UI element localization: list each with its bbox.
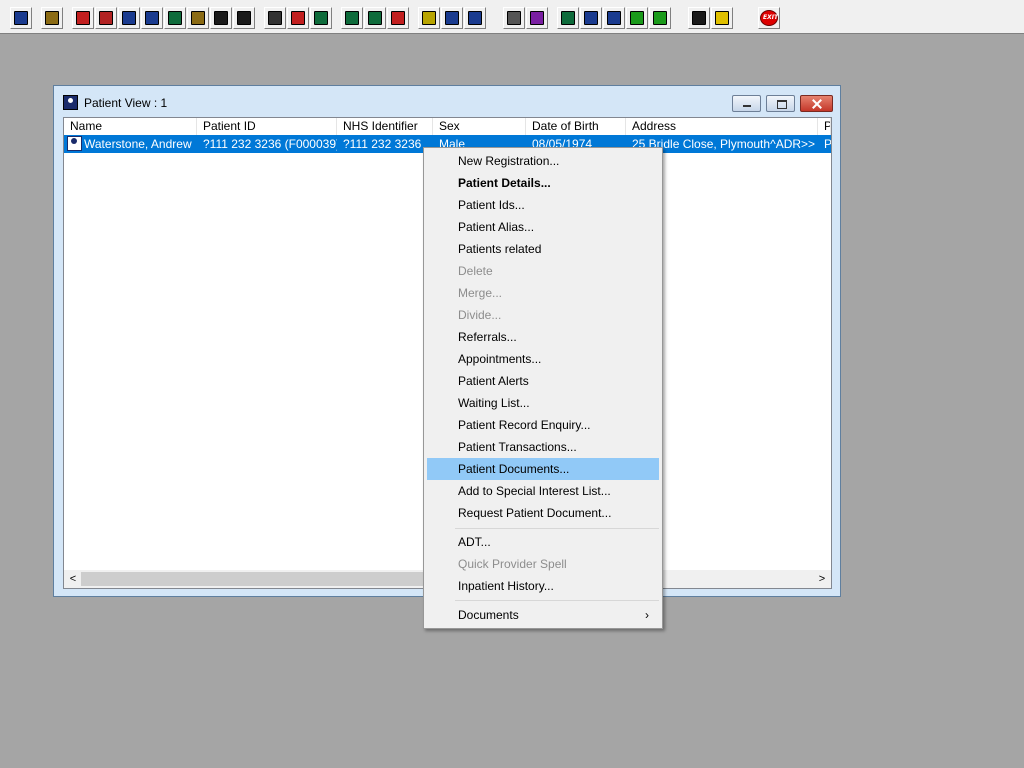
scan-icon[interactable] [210,7,232,29]
green-check-icon[interactable] [626,7,648,29]
submenu-arrow-icon: › [645,608,649,622]
menu-item-divide: Divide... [458,308,502,322]
cancel-document-icon[interactable] [264,7,286,29]
menu-item-patient-alias[interactable]: Patient Alias... [427,216,659,238]
menu-item-patient-transactions[interactable]: Patient Transactions... [427,436,659,458]
minimize-button[interactable] [732,95,761,112]
menu-item-quick-provider-spell: Quick Provider Spell [458,557,567,571]
form-edit-icon[interactable] [187,7,209,29]
mail-icon[interactable] [141,7,163,29]
window-titlebar[interactable]: Patient View : 1 [54,86,840,116]
menu-item-merge: Merge... [458,286,503,300]
report-icon[interactable] [364,7,386,29]
column-header-nhs-identifier[interactable]: NHS Identifier [337,118,433,135]
window-title: Patient View : 1 [84,96,168,110]
clock-icon[interactable] [287,7,309,29]
cell-extra: P [818,135,831,153]
column-header-patient-id[interactable]: Patient ID [197,118,337,135]
edit-document-icon[interactable] [95,7,117,29]
scroll-left-icon[interactable]: < [64,570,82,588]
menu-item-patients-related[interactable]: Patients related [427,238,659,260]
ambulance-icon[interactable] [441,7,463,29]
patient-icon[interactable] [10,7,32,29]
letter-icon[interactable] [418,7,440,29]
menu-item-patient-alerts[interactable]: Patient Alerts [427,370,659,392]
inbox-icon[interactable] [580,7,602,29]
menu-item-new-registration[interactable]: New Registration... [427,150,659,172]
bar-chart-icon[interactable] [526,7,548,29]
menu-item-patient-ids[interactable]: Patient Ids... [427,194,659,216]
menu-item-adt[interactable]: ADT... [427,531,659,553]
transfer-icon[interactable] [233,7,255,29]
cell-nhs-identifier: ?111 232 3236 [343,137,422,151]
list-window-icon[interactable] [310,7,332,29]
menu-item-documents[interactable]: Documents › [427,604,659,626]
scroll-thumb[interactable] [81,572,431,586]
menu-item-patient-details[interactable]: Patient Details... [427,172,659,194]
swap-icon[interactable] [688,7,710,29]
menu-item-waiting-list[interactable]: Waiting List... [427,392,659,414]
list-header: Name Patient ID NHS Identifier Sex Date … [64,118,831,136]
book-icon[interactable] [72,7,94,29]
sync-icon[interactable] [649,7,671,29]
column-header-sex[interactable]: Sex [433,118,526,135]
close-button[interactable] [800,95,833,112]
menu-item-delete: Delete [458,264,493,278]
main-toolbar [0,0,1024,34]
context-menu: New Registration... Patient Details... P… [423,147,663,629]
menu-item-patient-record-enquiry[interactable]: Patient Record Enquiry... [427,414,659,436]
column-header-address[interactable]: Address [626,118,818,135]
menu-item-appointments[interactable]: Appointments... [427,348,659,370]
menu-separator [455,528,659,529]
patient-window-icon [63,95,78,110]
exit-icon[interactable] [758,7,780,29]
menu-item-patient-documents[interactable]: Patient Documents... [427,458,659,480]
column-header-extra[interactable]: P [818,118,831,135]
refresh-icon[interactable] [387,7,409,29]
menu-separator [455,600,659,601]
menu-item-inpatient-history[interactable]: Inpatient History... [427,575,659,597]
bed-icon[interactable] [464,7,486,29]
menu-item-add-special-interest-list[interactable]: Add to Special Interest List... [427,480,659,502]
column-header-name[interactable]: Name [64,118,197,135]
download-tray-icon[interactable] [603,7,625,29]
cell-patient-id: ?111 232 3236 (F000039) [203,137,337,151]
person-card-icon[interactable] [164,7,186,29]
scroll-right-icon[interactable]: > [813,570,831,588]
notes-icon[interactable] [341,7,363,29]
blank-document-icon[interactable] [503,7,525,29]
menu-item-referrals[interactable]: Referrals... [427,326,659,348]
globe-icon[interactable] [557,7,579,29]
print-icon[interactable] [41,7,63,29]
column-header-dob[interactable]: Date of Birth [526,118,626,135]
search-records-icon[interactable] [118,7,140,29]
cell-name: Waterstone, Andrew [84,137,192,151]
maximize-button[interactable] [766,95,795,112]
menu-item-documents-label: Documents [458,608,519,622]
warning-icon[interactable] [711,7,733,29]
menu-item-request-patient-document[interactable]: Request Patient Document... [427,502,659,524]
